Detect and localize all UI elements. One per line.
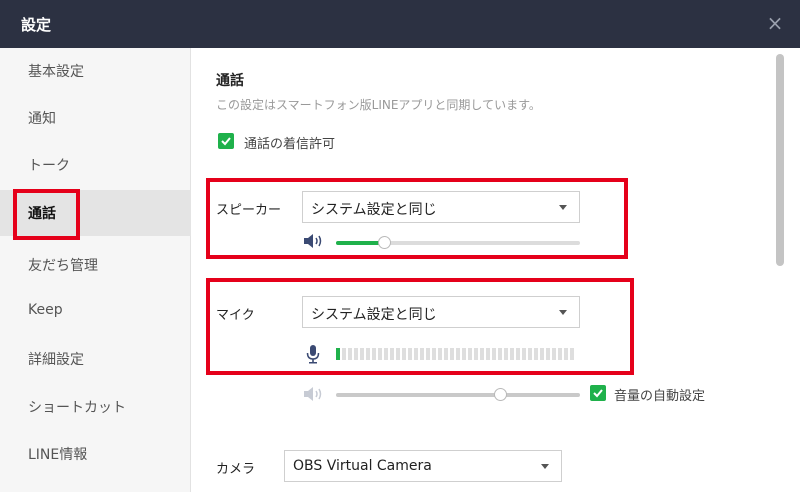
sidebar-item-label: LINE情報	[28, 447, 88, 463]
scrollbar-thumb[interactable]	[776, 54, 784, 266]
sidebar-item-label: 詳細設定	[28, 352, 84, 368]
sidebar-item-label: 基本設定	[28, 64, 84, 80]
mic-level-segment	[456, 348, 460, 360]
sidebar-item-keep[interactable]: Keep	[0, 289, 191, 335]
mic-level-segment	[378, 348, 382, 360]
mic-level-segment	[522, 348, 526, 360]
check-icon	[593, 389, 603, 398]
mic-level-segment	[366, 348, 370, 360]
mic-level-segment	[510, 348, 514, 360]
mic-select[interactable]: システム設定と同じ	[302, 296, 580, 328]
mic-level-segment	[396, 348, 400, 360]
close-icon[interactable]: ×	[763, 11, 787, 35]
mic-level-segment	[342, 348, 346, 360]
mic-icon	[306, 345, 320, 364]
mic-level-segment	[432, 348, 436, 360]
mic-level-segment	[558, 348, 562, 360]
mic-level-segment	[540, 348, 544, 360]
speaker-icon	[304, 387, 322, 401]
speaker-volume-thumb[interactable]	[378, 236, 391, 249]
mic-volume-thumb[interactable]	[494, 388, 507, 401]
mic-level-segment	[354, 348, 358, 360]
mic-level-meter	[336, 348, 576, 360]
mic-level-segment	[348, 348, 352, 360]
mic-level-segment	[360, 348, 364, 360]
mic-level-segment	[450, 348, 454, 360]
mic-level-segment	[438, 348, 442, 360]
scrollbar[interactable]	[776, 54, 784, 486]
mic-level-segment	[480, 348, 484, 360]
sidebar-item-shortcut[interactable]: ショートカット	[0, 384, 191, 430]
sidebar-item-label: トーク	[28, 158, 70, 174]
speaker-select-value: システム設定と同じ	[311, 202, 437, 218]
mic-level-segment	[516, 348, 520, 360]
mic-level-segment	[420, 348, 424, 360]
mic-level-segment	[426, 348, 430, 360]
speaker-icon	[304, 234, 322, 248]
mic-level-segment	[336, 348, 340, 360]
mic-level-segment	[462, 348, 466, 360]
sidebar-item-label: ショートカット	[28, 400, 126, 416]
mic-level-segment	[372, 348, 376, 360]
mic-level-segment	[552, 348, 556, 360]
mic-level-segment	[408, 348, 412, 360]
title-bar: 設定 ×	[0, 0, 800, 48]
mic-level-segment	[498, 348, 502, 360]
mic-level-segment	[414, 348, 418, 360]
auto-volume-label: 音量の自動設定	[614, 389, 706, 404]
window-title: 設定	[21, 16, 52, 34]
speaker-select[interactable]: システム設定と同じ	[302, 191, 580, 223]
mic-level-segment	[564, 348, 568, 360]
sidebar-item-line-info[interactable]: LINE情報	[0, 431, 191, 477]
mic-volume-slider[interactable]	[336, 388, 580, 401]
camera-label: カメラ	[216, 462, 256, 477]
mic-level-segment	[570, 348, 574, 360]
settings-panel: 通話 この設定はスマートフォン版LINEアプリと同期しています。 通話の着信許可…	[192, 48, 800, 492]
mic-select-value: システム設定と同じ	[311, 307, 437, 323]
highlight-box-nav	[13, 189, 80, 240]
mic-level-segment	[468, 348, 472, 360]
speaker-volume-fill	[336, 241, 384, 245]
sidebar-item-basic[interactable]: 基本設定	[0, 48, 191, 94]
sidebar-item-label: 通知	[28, 111, 56, 127]
mic-level-segment	[474, 348, 478, 360]
speaker-volume-slider[interactable]	[336, 236, 580, 249]
sidebar-item-notification[interactable]: 通知	[0, 95, 191, 141]
sidebar-item-advanced[interactable]: 詳細設定	[0, 336, 191, 382]
sidebar-item-label: 友だち管理	[28, 258, 98, 274]
mic-label: マイク	[216, 308, 255, 323]
sidebar-item-label: Keep	[28, 302, 63, 318]
mic-level-segment	[534, 348, 538, 360]
sidebar: 基本設定 通知 トーク 通話 友だち管理 Keep 詳細設定 ショートカット L…	[0, 48, 191, 492]
auto-volume-checkbox[interactable]	[590, 385, 606, 401]
camera-select[interactable]: OBS Virtual Camera	[284, 450, 562, 482]
mic-level-segment	[504, 348, 508, 360]
mic-level-segment	[402, 348, 406, 360]
chevron-down-icon	[541, 464, 549, 469]
section-title: 通話	[216, 73, 244, 89]
sidebar-item-talk[interactable]: トーク	[0, 142, 191, 188]
mic-level-segment	[546, 348, 550, 360]
mic-level-segment	[444, 348, 448, 360]
mic-level-segment	[486, 348, 490, 360]
allow-incoming-checkbox[interactable]	[218, 133, 234, 149]
mic-level-segment	[390, 348, 394, 360]
chevron-down-icon	[559, 205, 567, 210]
speaker-label: スピーカー	[216, 203, 282, 218]
check-icon	[221, 137, 231, 146]
mic-level-segment	[528, 348, 532, 360]
section-description: この設定はスマートフォン版LINEアプリと同期しています。	[216, 98, 541, 112]
chevron-down-icon	[559, 310, 567, 315]
allow-incoming-label: 通話の着信許可	[244, 137, 336, 152]
mic-level-segment	[492, 348, 496, 360]
camera-select-value: OBS Virtual Camera	[293, 458, 432, 474]
mic-level-segment	[384, 348, 388, 360]
sidebar-item-friends[interactable]: 友だち管理	[0, 242, 191, 288]
